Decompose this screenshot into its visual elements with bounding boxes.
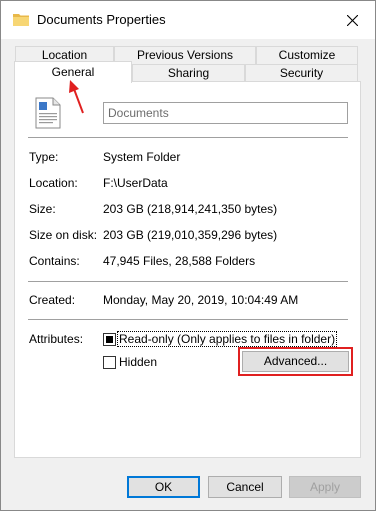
advanced-button[interactable]: Advanced...: [242, 351, 349, 372]
readonly-label[interactable]: Read-only (Only applies to files in fold…: [117, 331, 338, 347]
general-panel: Documents Type: System Folder Location: …: [14, 81, 361, 458]
tab-sharing[interactable]: Sharing: [132, 64, 245, 82]
size-value: 203 GB (218,914,241,350 bytes): [103, 202, 278, 216]
documents-folder-icon: [35, 97, 61, 129]
location-label: Location:: [29, 176, 78, 190]
annotation-arrow-icon: [69, 80, 84, 114]
attributes-label: Attributes:: [29, 332, 84, 346]
properties-window: Documents Properties Location Previous V…: [0, 0, 376, 511]
separator: [28, 137, 348, 138]
contains-label: Contains:: [29, 254, 80, 268]
size-on-disk-value: 203 GB (219,010,359,296 bytes): [103, 228, 278, 242]
tab-security[interactable]: Security: [245, 64, 358, 82]
ok-button[interactable]: OK: [127, 476, 200, 498]
contains-value: 47,945 Files, 28,588 Folders: [103, 254, 256, 268]
tab-customize[interactable]: Customize: [256, 46, 358, 64]
cancel-button[interactable]: Cancel: [208, 476, 282, 498]
close-button[interactable]: [329, 1, 375, 39]
location-value: F:\UserData: [103, 176, 168, 190]
created-value: Monday, May 20, 2019, 10:04:49 AM: [103, 293, 299, 307]
type-label: Type:: [29, 150, 59, 164]
close-icon: [346, 14, 358, 26]
size-on-disk-label: Size on disk:: [29, 228, 98, 242]
apply-button[interactable]: Apply: [289, 476, 361, 498]
hidden-label[interactable]: Hidden: [119, 355, 157, 369]
folder-name-input[interactable]: Documents: [103, 102, 348, 124]
tab-previous-versions[interactable]: Previous Versions: [114, 46, 256, 64]
window-title: Documents Properties: [37, 12, 166, 27]
size-label: Size:: [29, 202, 56, 216]
separator: [28, 281, 348, 282]
title-bar[interactable]: Documents Properties: [1, 1, 375, 39]
readonly-checkbox[interactable]: [103, 333, 116, 346]
created-label: Created:: [29, 293, 76, 307]
folder-icon: [13, 14, 29, 26]
indeterminate-mark-icon: [106, 336, 113, 343]
hidden-checkbox[interactable]: [103, 356, 116, 369]
type-value: System Folder: [103, 150, 181, 164]
separator: [28, 319, 348, 320]
